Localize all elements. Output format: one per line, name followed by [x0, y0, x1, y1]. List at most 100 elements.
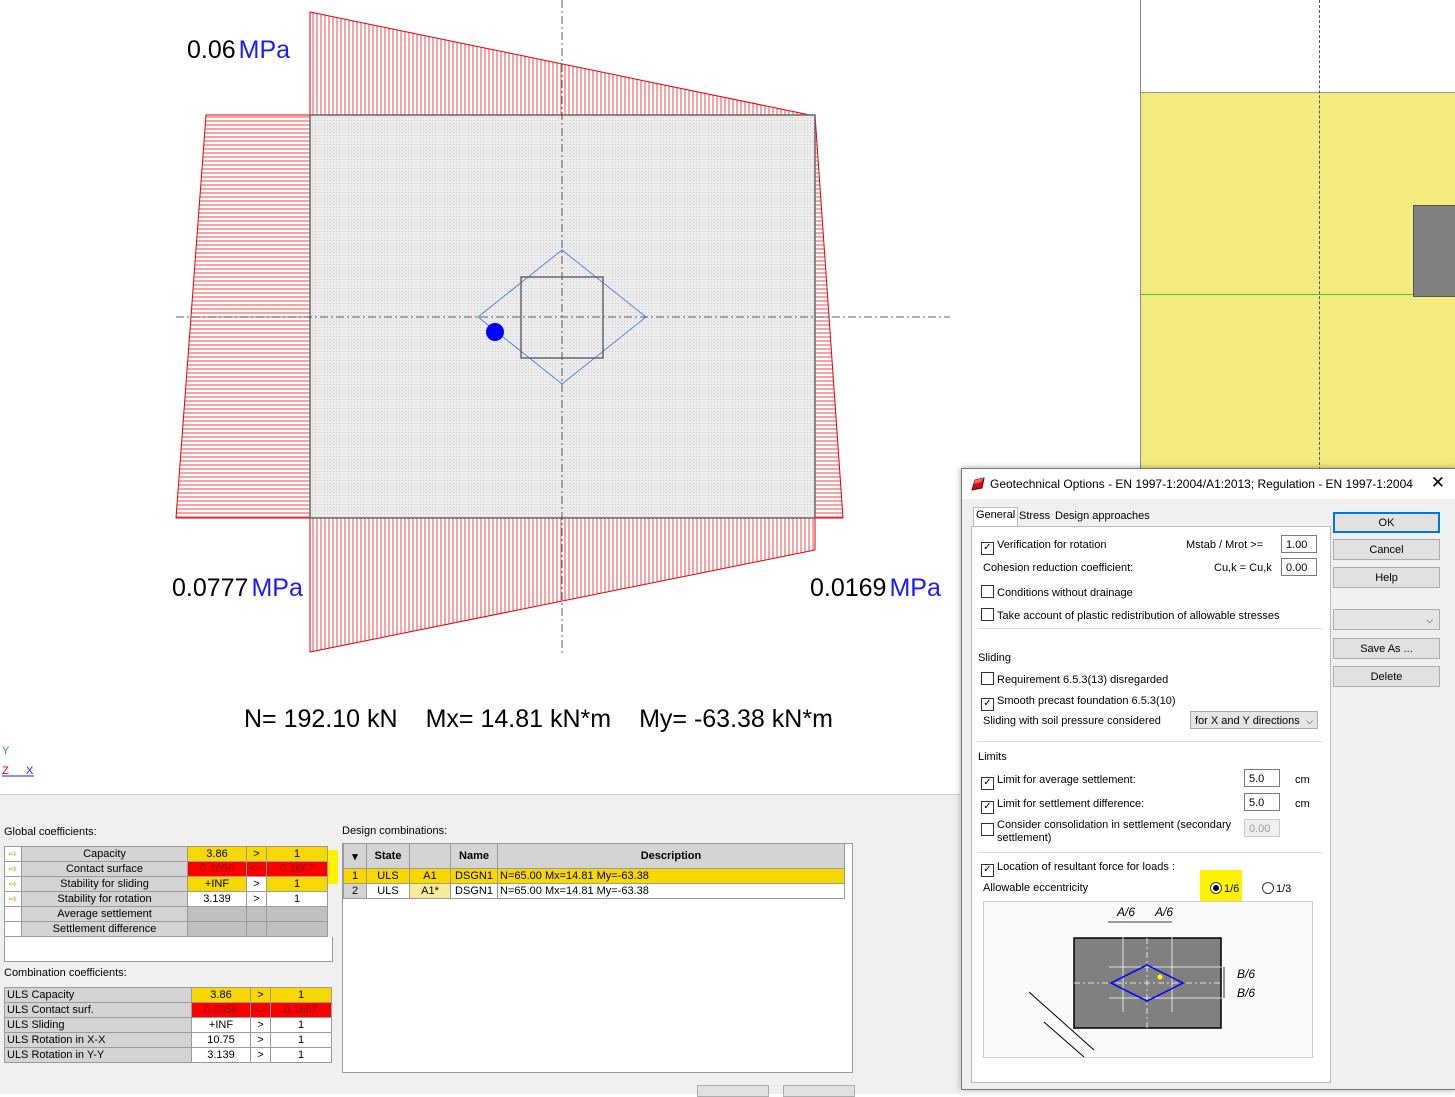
- axis-x-label: X: [26, 765, 34, 777]
- table-row[interactable]: ULS Contact surf. 0.2058 <= 0.1667: [4, 1002, 332, 1018]
- plastic-redistribution-option[interactable]: Take account of plastic redistribution o…: [981, 608, 1279, 622]
- cancel-button[interactable]: Cancel: [1333, 539, 1440, 560]
- col-description[interactable]: Description: [497, 843, 845, 869]
- coef-value: 0.2058: [187, 861, 247, 877]
- coef-name: Contact surface: [21, 861, 188, 877]
- checkbox[interactable]: ✓: [981, 542, 994, 555]
- dialog-titlebar[interactable]: Geotechnical Options - EN 1997-1:2004/A1…: [962, 469, 1455, 499]
- coef-value: 0.2058: [191, 1002, 251, 1018]
- axial-force: N= 192.10 kN: [244, 705, 398, 733]
- forces-readout: N= 192.10 kN Mx= 14.81 kN*m My= -63.38 kN*…: [244, 705, 861, 734]
- consolidation-input[interactable]: 0.00: [1244, 819, 1280, 837]
- coef-op: <=: [246, 861, 267, 877]
- radio-button[interactable]: [1210, 882, 1222, 894]
- save-as-button[interactable]: Save As ...: [1333, 638, 1440, 659]
- coef-limit: 1: [266, 876, 328, 892]
- mstab-input[interactable]: 1.00: [1281, 535, 1317, 553]
- consolidation-option[interactable]: Consider consolidation in settlement (se…: [981, 819, 1231, 845]
- preset-select[interactable]: ⌵: [1333, 609, 1440, 630]
- coef-name: Stability for rotation: [21, 891, 188, 907]
- combination-coefficients-table: ULS Capacity 3.86 > 1 ULS Contact surf. …: [4, 987, 332, 1063]
- coef-limit: 1: [270, 1032, 332, 1048]
- tab-design-approaches[interactable]: Design approaches: [1053, 509, 1152, 523]
- b6-label-bottom: B/6: [1237, 986, 1256, 1000]
- footing-section: [1413, 205, 1455, 297]
- limits-group-title: Limits: [978, 751, 1007, 763]
- close-icon[interactable]: ✕: [1431, 473, 1445, 493]
- checkbox[interactable]: [981, 608, 994, 621]
- settlement-diff-option[interactable]: ✓ Limit for settlement difference:: [981, 798, 1144, 814]
- col-code[interactable]: [409, 843, 451, 869]
- no-drainage-option[interactable]: Conditions without drainage: [981, 585, 1133, 599]
- table-row[interactable]: Settlement difference: [4, 921, 328, 937]
- table-header-row: ▾ State Name Description: [343, 843, 845, 869]
- col-state[interactable]: State: [366, 843, 410, 869]
- section-preview: [1140, 0, 1455, 470]
- table-row[interactable]: Average settlement: [4, 906, 328, 922]
- table-row[interactable]: ⇨ Stability for rotation 3.139 > 1: [4, 891, 328, 907]
- table-row[interactable]: ULS Rotation in X-X 10.75 > 1: [4, 1032, 332, 1048]
- table-row[interactable]: 1 ULS A1 DSGN1 N=65.00 Mx=14.81 My=-63.3…: [343, 868, 845, 884]
- cell-code: A1*: [409, 883, 451, 899]
- requirement-option[interactable]: Requirement 6.5.3(13) disregarded: [981, 672, 1168, 686]
- sliding-pressure-select[interactable]: for X and Y directions ⌵: [1190, 711, 1318, 729]
- a6-label-left: A/6: [1117, 905, 1136, 919]
- table-row[interactable]: ⇨ Contact surface 0.2058 <= 0.1667: [4, 861, 328, 877]
- checkbox[interactable]: ✓: [981, 777, 994, 790]
- checkbox[interactable]: [981, 823, 994, 836]
- table-row[interactable]: ⇨ Stability for sliding +INF > 1: [4, 876, 328, 892]
- radio-button[interactable]: [1262, 882, 1274, 894]
- axis-z-label: Z: [2, 765, 9, 777]
- results-panel: Global coefficients: ⇨ Capacity 3.86 > 1…: [0, 794, 960, 1097]
- checkbox[interactable]: [981, 672, 994, 685]
- help-button-bottom[interactable]: [783, 1085, 855, 1097]
- verification-rotation-option[interactable]: ✓ Verification for rotation: [981, 539, 1106, 555]
- combination-coefficients-title: Combination coefficients:: [4, 967, 127, 979]
- pressure-unit: MPa: [889, 574, 941, 602]
- ok-button[interactable]: OK: [1333, 512, 1440, 533]
- resultant-location-option[interactable]: ✓ Location of resultant force for loads :: [981, 861, 1175, 877]
- table-row[interactable]: ⇨ Capacity 3.86 > 1: [4, 846, 328, 862]
- general-tab-page: ✓ Verification for rotation Mstab / Mrot …: [971, 526, 1331, 1083]
- cohesion-input[interactable]: 0.00: [1281, 558, 1317, 576]
- row-arrow-icon: ⇨: [4, 891, 22, 907]
- close-button[interactable]: [697, 1085, 769, 1097]
- coef-limit: 0.1667: [270, 1002, 332, 1018]
- table-row[interactable]: ULS Rotation in Y-Y 3.139 > 1: [4, 1047, 332, 1063]
- coef-limit: 1: [270, 1047, 332, 1063]
- table-row[interactable]: 2 ULS A1* DSGN1 N=65.00 Mx=14.81 My=-63.…: [343, 883, 845, 899]
- avg-settlement-option[interactable]: ✓ Limit for average settlement:: [981, 774, 1136, 790]
- checkbox[interactable]: ✓: [981, 864, 994, 877]
- help-button[interactable]: Help: [1333, 567, 1440, 588]
- cell-description: N=65.00 Mx=14.81 My=-63.38: [497, 868, 845, 884]
- checkbox[interactable]: [981, 585, 994, 598]
- checkbox[interactable]: ✓: [981, 801, 994, 814]
- tab-general[interactable]: General: [973, 507, 1019, 528]
- soil-region: [1141, 92, 1455, 470]
- delete-button[interactable]: Delete: [1333, 666, 1440, 687]
- coef-op: >: [250, 1032, 271, 1048]
- global-coefficients-title: Global coefficients:: [4, 826, 97, 838]
- eccentricity-sketch: A/6 A/6 B/6 B/6: [983, 901, 1313, 1058]
- coef-limit: 1: [266, 846, 328, 862]
- avg-settlement-input[interactable]: 5.0: [1244, 769, 1280, 787]
- coef-limit: 1: [270, 987, 332, 1003]
- eccentricity-1-3-radio[interactable]: 1/3: [1262, 882, 1291, 895]
- col-name[interactable]: Name: [450, 843, 498, 869]
- settlement-diff-input[interactable]: 5.0: [1244, 793, 1280, 811]
- sort-header[interactable]: ▾: [343, 843, 367, 869]
- coef-op: >: [250, 1047, 271, 1063]
- geotechnical-options-dialog: Geotechnical Options - EN 1997-1:2004/A1…: [961, 468, 1455, 1090]
- app-icon: [971, 477, 985, 491]
- checkbox[interactable]: ✓: [981, 698, 994, 711]
- footing-outline: [309, 114, 816, 519]
- row-arrow-icon: ⇨: [4, 861, 22, 877]
- table-row[interactable]: ULS Capacity 3.86 > 1: [4, 987, 332, 1003]
- tab-stress[interactable]: Stress: [1017, 509, 1052, 523]
- table-row[interactable]: ULS Sliding +INF > 1: [4, 1017, 332, 1033]
- eccentricity-1-6-radio[interactable]: 1/6: [1210, 882, 1239, 895]
- cell-code: A1: [409, 868, 451, 884]
- stress-diagram-bottom: [309, 517, 816, 653]
- smooth-precast-option[interactable]: ✓ Smooth precast foundation 6.5.3(10): [981, 695, 1176, 711]
- coef-op: >: [250, 1017, 271, 1033]
